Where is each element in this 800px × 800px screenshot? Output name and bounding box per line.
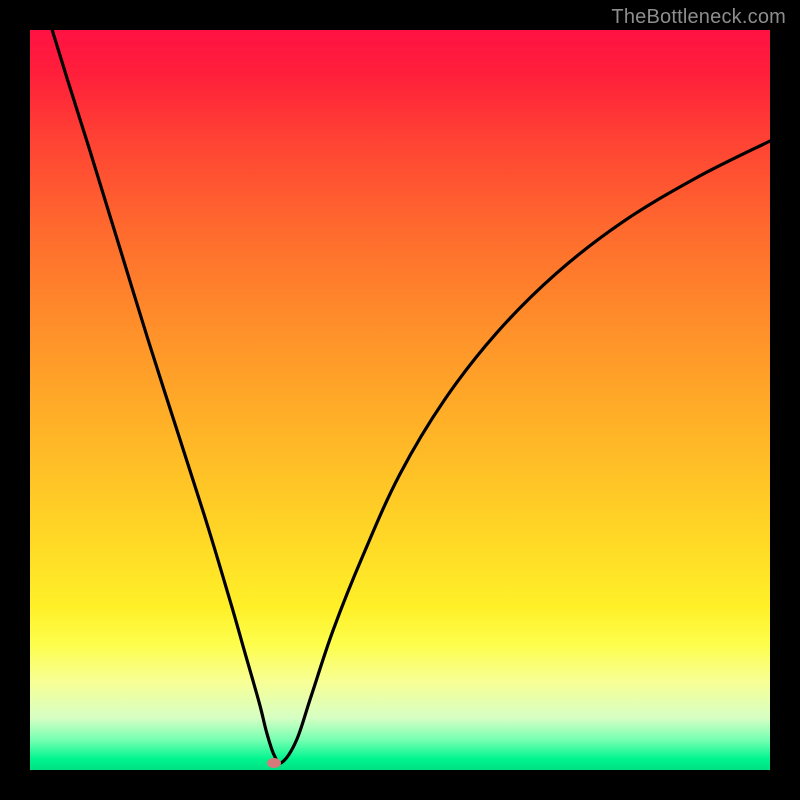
plot-area [30, 30, 770, 770]
bottleneck-curve-path [52, 30, 770, 763]
watermark-text: TheBottleneck.com [611, 6, 786, 29]
curve-svg [30, 30, 770, 770]
min-marker [267, 758, 281, 768]
chart-stage: TheBottleneck.com [0, 0, 800, 800]
